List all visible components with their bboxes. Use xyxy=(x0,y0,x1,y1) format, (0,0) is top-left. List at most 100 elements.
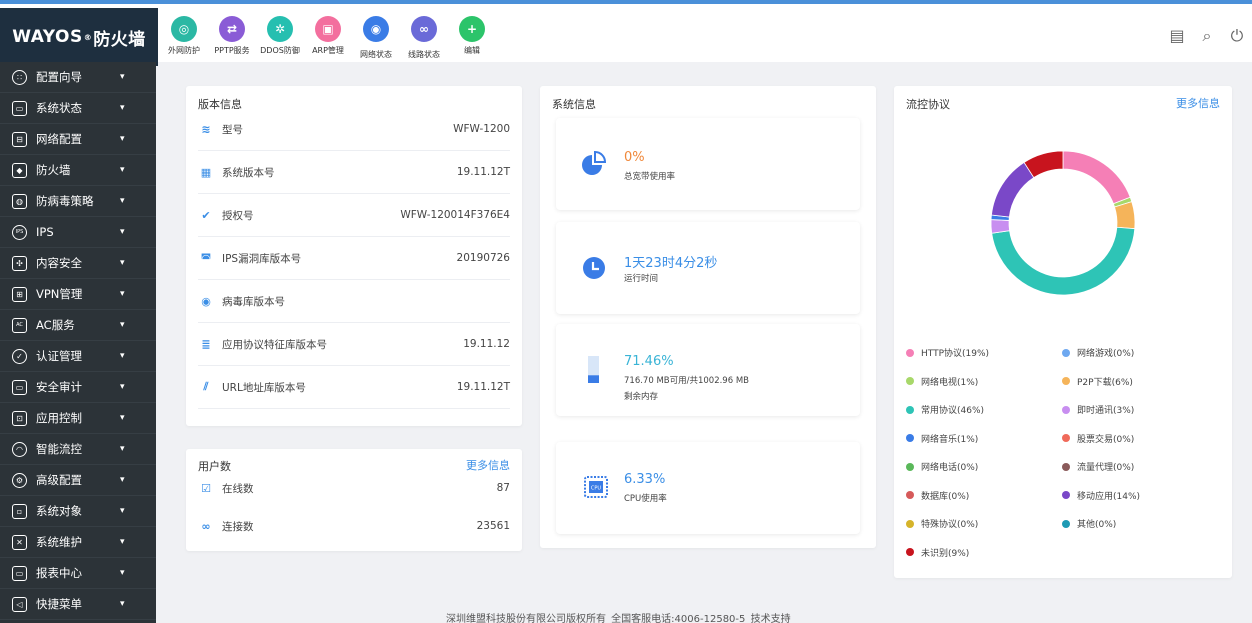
sidebar-item-auth[interactable]: ✓ 认证管理 ▾ xyxy=(0,341,156,372)
sidebar-item-content-security[interactable]: ✣ 内容安全 ▾ xyxy=(0,248,156,279)
vpn-icon: ⊞ xyxy=(12,287,27,302)
version-row-label: 授权号 xyxy=(222,209,254,222)
sidebar-item-label: 报表中心 xyxy=(36,566,82,580)
legend-label: 网络电视(1%) xyxy=(921,377,979,388)
sidebar-item-antivirus[interactable]: ◍ 防病毒策略 ▾ xyxy=(0,186,156,217)
chevron-down-icon: ▾ xyxy=(120,103,125,113)
sidebar-item-label: AC服务 xyxy=(36,318,75,332)
brand-logo[interactable]: WAYOS ® 防火墙 xyxy=(0,8,158,66)
advanced-gear-icon: ⚙ xyxy=(12,473,27,488)
legend-item: 网络电视(1%) xyxy=(906,375,978,388)
quick-access-bar: ◎ 外网防护 ⇄ PPTP服务 ✲ DDOS防御 ▣ ARP管理 ◉ 网络状态 ∞ 线路状态 + 编辑 xyxy=(160,16,496,60)
quick-network-status-button[interactable]: ◉ 网络状态 xyxy=(352,16,400,60)
cpu-card: CPU 6.33% CPU使用率 xyxy=(556,442,860,534)
legend-label: 其他(0%) xyxy=(1077,520,1117,530)
sidebar-item-shortcut[interactable]: ◁ 快捷菜单 ▾ xyxy=(0,589,156,620)
ips-icon: IPS xyxy=(12,225,27,240)
version-row-label: 病毒库版本号 xyxy=(222,295,285,308)
version-info-card: 版本信息 ≋ 型号 WFW-1200 ▦ 系统版本号 19.11.12T ✔ 授权号 WFW-1… xyxy=(186,86,522,426)
sidebar-item-report[interactable]: ▭ 报表中心 ▾ xyxy=(0,558,156,589)
quick-globe-shield-button[interactable]: ◎ 外网防护 xyxy=(160,16,208,60)
legend-item: 其他(0%) xyxy=(1062,517,1116,530)
donut-slice[interactable] xyxy=(1062,150,1131,205)
sidebar-item-wizard[interactable]: ∷ 配置向导 ▾ xyxy=(0,62,156,93)
legend-dot xyxy=(1062,405,1070,414)
legend-dot xyxy=(906,548,914,556)
legend-dot xyxy=(906,434,914,442)
ips-db-icon: ◚ xyxy=(200,251,212,265)
legend-dot xyxy=(1062,377,1070,385)
sidebar-item-label: 内容安全 xyxy=(36,256,82,270)
windows-icon: ▦ xyxy=(200,165,212,179)
legend-label: 网络游戏(0%) xyxy=(1077,349,1135,359)
search-icon[interactable]: ⌕ xyxy=(1198,26,1216,46)
legend-item: 网络游戏(0%) xyxy=(1062,346,1134,359)
legend-item: 未识别(9%) xyxy=(906,546,969,559)
user-count-label: 连接数 xyxy=(222,520,254,533)
legend-label: 数据库(0%) xyxy=(921,491,970,502)
sidebar-item-label: 认证管理 xyxy=(36,349,82,363)
protocol-more-link[interactable]: 更多信息 xyxy=(1176,95,1220,111)
globe-shield-icon: ◎ xyxy=(171,16,197,42)
sidebar-item-object[interactable]: ▫ 系统对象 ▾ xyxy=(0,496,156,527)
url-link-icon: ⫽ xyxy=(203,380,209,393)
badge-check-icon: ✔ xyxy=(201,208,211,222)
link-icon: ∞ xyxy=(201,519,211,533)
legend-dot xyxy=(906,519,914,528)
sidebar-item-monitor[interactable]: ▭ 系统状态 ▾ xyxy=(0,93,156,124)
protocol-db-icon: ≣ xyxy=(201,337,211,351)
sidebar-item-shield[interactable]: ◆ 防火墙 ▾ xyxy=(0,155,156,186)
system-info-title: 系统信息 xyxy=(552,98,596,111)
quick-gear-shield-button[interactable]: ✲ DDOS防御 xyxy=(256,16,304,60)
flow-protocol-title: 流控协议 xyxy=(906,98,950,111)
legend-label: HTTP协议(19%) xyxy=(921,349,990,359)
monitor-icon: ▭ xyxy=(12,101,27,116)
sidebar-item-app-control[interactable]: ⊡ 应用控制 ▾ xyxy=(0,403,156,434)
chevron-down-icon: ▾ xyxy=(120,165,125,175)
network-config-icon: ⊟ xyxy=(12,132,27,147)
donut-slice[interactable] xyxy=(991,161,1035,218)
sidebar-item-tools[interactable]: ✕ 系统维护 ▾ xyxy=(0,527,156,558)
sidebar-item-label: 网络配置 xyxy=(36,132,82,146)
legend-label: 流量代理(0%) xyxy=(1077,463,1135,473)
clock-icon xyxy=(583,257,605,279)
sidebar-item-audit[interactable]: ▭ 安全审计 ▾ xyxy=(0,372,156,403)
quick-arp-button[interactable]: ▣ ARP管理 xyxy=(304,16,352,60)
system-info-card: 系统信息 0% 总宽带使用率 1天23时4分2秒 运行时间 71.46% 716… xyxy=(540,86,876,548)
quick-access-label: ARP管理 xyxy=(312,46,344,55)
top-right-actions: ▤ ⌕ ⏻ xyxy=(1168,26,1246,46)
sidebar-item-ips[interactable]: IPS IPS ▾ xyxy=(0,217,156,248)
version-row-label: IPS漏洞库版本号 xyxy=(222,252,302,265)
online-user-icon: ☑ xyxy=(201,481,211,495)
report-icon: ▭ xyxy=(12,566,27,581)
top-bar: WAYOS ® 防火墙 ◎ 外网防护 ⇄ PPTP服务 ✲ DDOS防御 ▣ ARP管理 ◉ 网络状态… xyxy=(0,0,1252,66)
quick-swap-button[interactable]: ⇄ PPTP服务 xyxy=(208,16,256,60)
line-status-icon: ∞ xyxy=(411,16,437,42)
version-row-value: 19.11.12 xyxy=(463,338,510,350)
power-icon[interactable]: ⏻ xyxy=(1228,26,1246,46)
chevron-down-icon: ▾ xyxy=(120,289,125,299)
logo-text: WAYOS xyxy=(12,27,83,47)
sidebar-item-network-config[interactable]: ⊟ 网络配置 ▾ xyxy=(0,124,156,155)
donut-slice[interactable] xyxy=(990,219,1011,234)
donut-slice[interactable] xyxy=(991,226,1136,296)
quick-line-status-button[interactable]: ∞ 线路状态 xyxy=(400,16,448,60)
sidebar-item-label: 应用控制 xyxy=(36,411,82,425)
sidebar-item-advanced-gear[interactable]: ⚙ 高级配置 ▾ xyxy=(0,465,156,496)
legend-item: 特殊协议(0%) xyxy=(906,517,978,530)
chevron-down-icon: ▾ xyxy=(120,72,125,82)
legend-dot xyxy=(1062,348,1070,357)
legend-label: 特殊协议(0%) xyxy=(921,520,979,530)
tools-icon: ✕ xyxy=(12,535,27,550)
footer-text: 深圳维盟科技股份有限公司版权所有 全国客服电话:4006-12580-5 技术支… xyxy=(446,614,791,623)
sidebar-item-ac[interactable]: AC AC服务 ▾ xyxy=(0,310,156,341)
quick-add-button[interactable]: + 编辑 xyxy=(448,16,496,60)
version-row: ▦ 系统版本号 19.11.12T xyxy=(198,151,510,194)
sidebar-item-vpn[interactable]: ⊞ VPN管理 ▾ xyxy=(0,279,156,310)
legend-label: 股票交易(0%) xyxy=(1077,434,1135,445)
panel-icon[interactable]: ▤ xyxy=(1168,26,1186,46)
donut-slice[interactable] xyxy=(1114,201,1136,230)
protocol-donut-chart xyxy=(990,150,1136,296)
sidebar-item-flow-control[interactable]: ◠ 智能流控 ▾ xyxy=(0,434,156,465)
chevron-down-icon: ▾ xyxy=(120,227,125,237)
